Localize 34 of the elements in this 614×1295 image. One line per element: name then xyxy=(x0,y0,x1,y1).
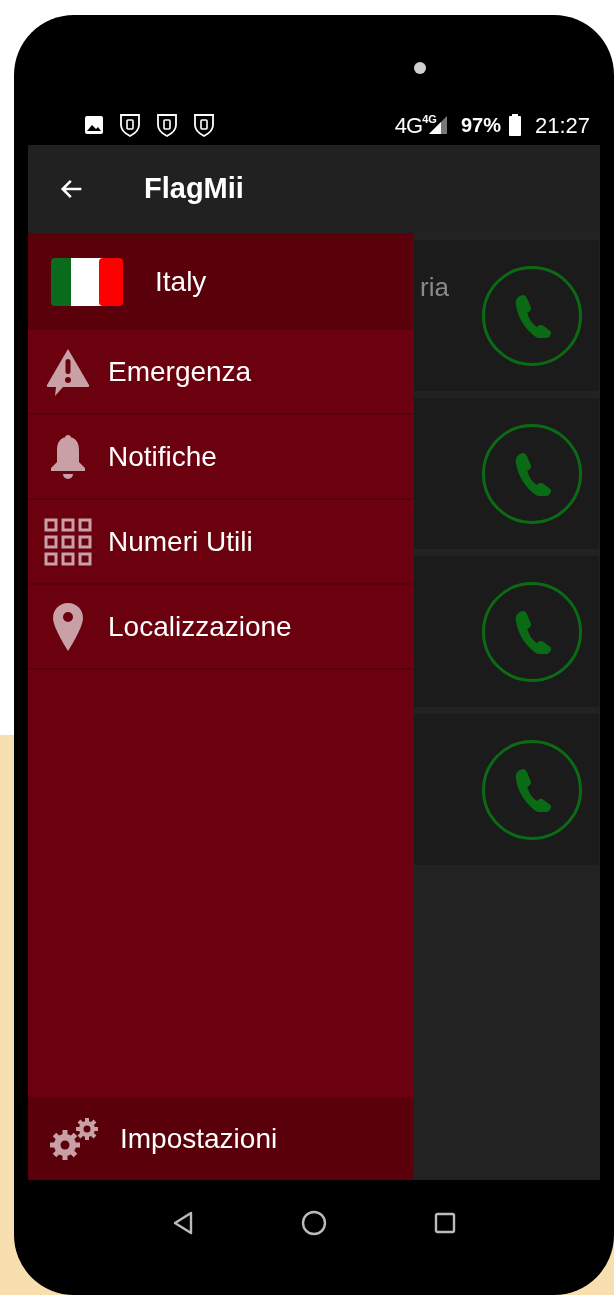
country-label: Italy xyxy=(155,264,207,299)
call-button[interactable] xyxy=(482,423,582,524)
network-label: 4G xyxy=(394,111,423,140)
card-title: ria xyxy=(420,271,449,304)
recents-icon[interactable] xyxy=(434,1211,457,1234)
image-icon xyxy=(84,115,104,135)
call-button[interactable] xyxy=(482,265,582,366)
phone-icon xyxy=(513,609,551,654)
battery-percent: 97% xyxy=(460,113,501,138)
phone-icon xyxy=(513,451,551,496)
call-button[interactable] xyxy=(482,581,582,682)
italy-flag-icon xyxy=(51,257,123,306)
phone-icon xyxy=(513,767,551,812)
back-icon[interactable] xyxy=(171,1210,194,1235)
shield-icon xyxy=(193,113,215,137)
shield-icon xyxy=(156,113,178,137)
country-header[interactable]: Italy xyxy=(28,233,413,330)
battery-icon xyxy=(508,114,521,136)
location-pin-icon xyxy=(52,601,84,652)
grid-icon xyxy=(44,517,92,566)
bell-icon xyxy=(48,433,88,480)
call-button[interactable] xyxy=(482,739,582,840)
settings-item[interactable]: Impostazioni xyxy=(28,1097,413,1180)
drawer-item[interactable]: Notifiche xyxy=(28,415,413,500)
drawer-item[interactable]: Numeri Utili xyxy=(28,500,413,585)
phone-icon xyxy=(513,293,551,338)
home-icon[interactable] xyxy=(301,1209,327,1236)
clock: 21:27 xyxy=(534,111,590,140)
shield-icon xyxy=(119,113,141,137)
drawer-item[interactable]: Localizzazione xyxy=(28,585,413,670)
app-title: FlagMii xyxy=(144,171,244,207)
gears-icon xyxy=(49,1116,99,1161)
drawer-item[interactable]: Emergenza xyxy=(28,330,413,415)
network-small-label: 4G xyxy=(422,111,437,125)
